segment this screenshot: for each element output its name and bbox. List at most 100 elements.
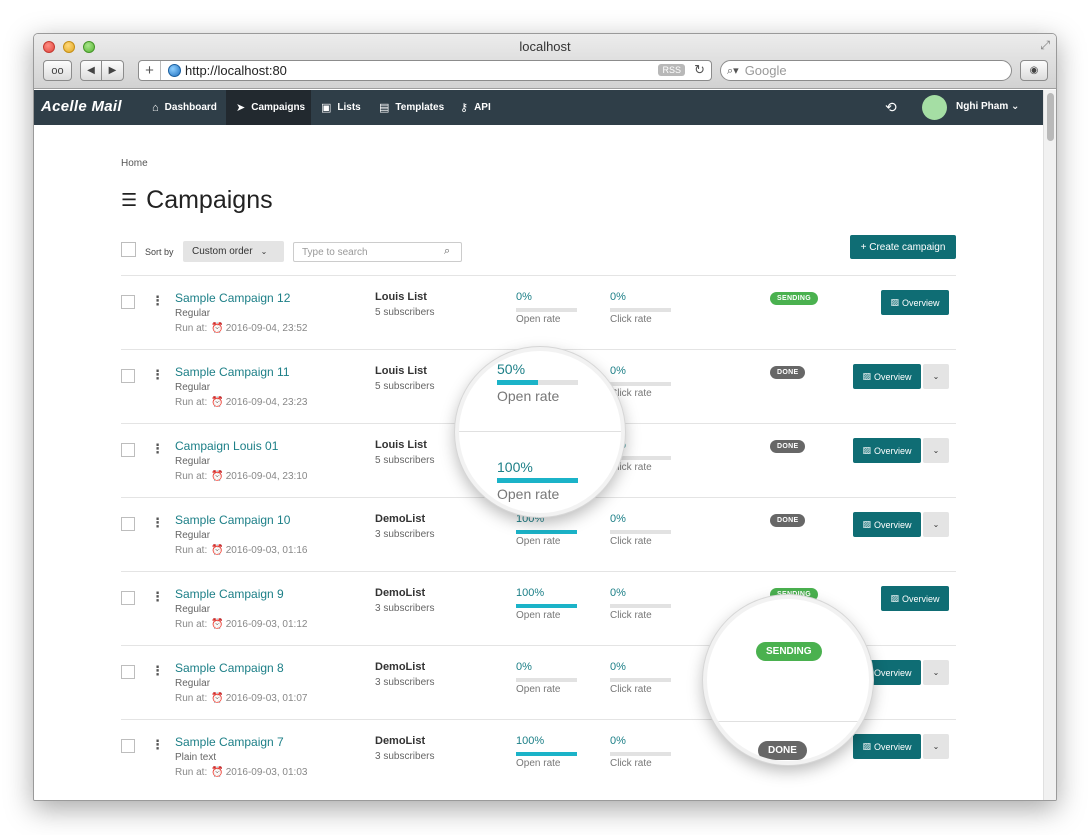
browser-search-bar[interactable]: ⌕▾ Google — [720, 60, 1012, 81]
brand-logo[interactable]: Acelle Mail — [41, 98, 122, 115]
open-rate-label: Open rate — [516, 684, 561, 695]
row-checkbox[interactable] — [121, 517, 135, 531]
list-icon: ☰ — [121, 190, 138, 210]
magnifier-status-sending: SENDING — [756, 642, 822, 661]
row-checkbox[interactable] — [121, 591, 135, 605]
campaign-run-at: Run at: ⏰ 2016-09-03, 01:12 — [175, 619, 307, 630]
glasses-icon: oo — [51, 64, 64, 77]
row-checkbox[interactable] — [121, 443, 135, 457]
nav-dashboard[interactable]: ⌂ Dashboard — [142, 90, 227, 125]
drag-handle-icon[interactable]: ⋮ — [151, 367, 164, 383]
overview-button[interactable]: ▨Overview — [853, 512, 921, 537]
campaign-run-at: Run at: ⏰ 2016-09-04, 23:23 — [175, 397, 307, 408]
create-campaign-button[interactable]: + Create campaign — [850, 235, 956, 259]
nav-api[interactable]: ⚷ API — [450, 90, 501, 125]
list-subscribers: 5 subscribers — [375, 381, 435, 392]
address-bar[interactable]: + http://localhost:80 RSS ↻ — [138, 60, 712, 81]
click-rate-bar — [610, 678, 671, 682]
open-rate-fill — [516, 530, 577, 534]
overview-button[interactable]: ▨Overview — [853, 438, 921, 463]
open-rate-fill — [516, 604, 577, 608]
status-badge: DONE — [770, 514, 806, 527]
campaign-type: Regular — [175, 308, 211, 319]
row-checkbox[interactable] — [121, 369, 135, 383]
click-rate-label: Click rate — [610, 758, 652, 769]
nav-templates[interactable]: ▤ Templates — [369, 90, 454, 125]
search-icon[interactable]: ⌕ — [444, 245, 450, 258]
row-checkbox[interactable] — [121, 665, 135, 679]
paper-plane-icon: ➤ — [236, 102, 246, 114]
campaign-name-link[interactable]: Sample Campaign 12 — [175, 291, 290, 305]
click-rate-label: Click rate — [610, 684, 652, 695]
nav-campaigns[interactable]: ➤ Campaigns — [226, 90, 311, 125]
magnifier-open-bar-1 — [497, 380, 578, 385]
run-at-label: Run at: — [175, 767, 208, 778]
scrollbar-thumb[interactable] — [1047, 93, 1054, 141]
plus-icon[interactable]: + — [139, 61, 161, 80]
history-icon[interactable]: ⟲ — [885, 99, 897, 116]
row-actions-dropdown[interactable]: ⌄ — [923, 364, 949, 389]
status-magnifier: SENDING DONE — [703, 595, 873, 765]
clock-icon: ⏰ — [211, 471, 224, 482]
magnifier-status-done: DONE — [758, 741, 807, 760]
click-rate-value: 0% — [610, 291, 626, 303]
overview-button[interactable]: ▨Overview — [853, 364, 921, 389]
campaign-type: Regular — [175, 678, 211, 689]
nav-lists[interactable]: ▣ Lists — [311, 90, 371, 125]
drag-handle-icon[interactable]: ⋮ — [151, 589, 164, 605]
click-rate-bar — [610, 382, 671, 386]
reader-button[interactable]: oo — [43, 60, 72, 81]
drag-handle-icon[interactable]: ⋮ — [151, 293, 164, 309]
open-rate-label: Open rate — [516, 314, 561, 325]
downloads-button[interactable]: ◉ — [1020, 60, 1048, 81]
list-name: Louis List — [375, 291, 427, 303]
row-checkbox[interactable] — [121, 295, 135, 309]
list-subscribers: 3 subscribers — [375, 529, 435, 540]
campaign-name-link[interactable]: Sample Campaign 8 — [175, 661, 284, 675]
magnifier-open-label-2: Open rate — [497, 486, 560, 502]
drag-handle-icon[interactable]: ⋮ — [151, 515, 164, 531]
row-actions-dropdown[interactable]: ⌄ — [923, 734, 949, 759]
breadcrumb[interactable]: Home — [121, 158, 148, 169]
clock-icon: ⏰ — [211, 693, 224, 704]
chart-icon: ▨ — [862, 741, 871, 751]
scrollbar[interactable] — [1043, 90, 1056, 800]
overview-label: Overview — [874, 519, 912, 530]
campaign-name-link[interactable]: Sample Campaign 7 — [175, 735, 284, 749]
user-menu[interactable]: Nghi Pham ⌄ — [956, 101, 1019, 112]
overview-label: Overview — [902, 593, 940, 604]
forward-button[interactable]: ▶ — [102, 60, 124, 81]
row-checkbox[interactable] — [121, 739, 135, 753]
open-rate-magnifier: 50% Open rate 100% Open rate — [455, 347, 625, 517]
clock-icon: ⏰ — [211, 397, 224, 408]
avatar[interactable] — [922, 95, 947, 120]
row-actions-dropdown[interactable]: ⌄ — [923, 660, 949, 685]
select-all-checkbox[interactable] — [121, 242, 136, 257]
campaign-name-link[interactable]: Sample Campaign 10 — [175, 513, 290, 527]
overview-button[interactable]: ▨Overview — [853, 734, 921, 759]
nav-api-label: API — [474, 102, 491, 113]
campaign-name-link[interactable]: Campaign Louis 01 — [175, 439, 278, 453]
sort-select[interactable]: Custom order ⌄ — [183, 241, 284, 262]
back-button[interactable]: ◀ — [80, 60, 102, 81]
fullscreen-icon[interactable]: ⤢ — [1040, 38, 1050, 53]
overview-button[interactable]: ▨Overview — [881, 586, 949, 611]
drag-handle-icon[interactable]: ⋮ — [151, 737, 164, 753]
open-rate-value: 0% — [516, 661, 532, 673]
row-actions-dropdown[interactable]: ⌄ — [923, 512, 949, 537]
address-book-icon: ▣ — [321, 102, 332, 114]
click-rate-value: 0% — [610, 365, 626, 377]
page-viewport: Acelle Mail ⌂ Dashboard ➤ Campaigns ▣ Li… — [34, 90, 1056, 800]
open-rate-bar — [516, 752, 577, 756]
campaign-name-link[interactable]: Sample Campaign 9 — [175, 587, 284, 601]
overview-button[interactable]: ▨Overview — [881, 290, 949, 315]
rss-button[interactable]: RSS — [658, 64, 685, 76]
click-rate-bar — [610, 308, 671, 312]
campaign-name-link[interactable]: Sample Campaign 11 — [175, 365, 290, 379]
reload-icon[interactable]: ↻ — [694, 62, 705, 78]
search-input[interactable] — [293, 242, 462, 262]
click-rate-label: Click rate — [610, 314, 652, 325]
drag-handle-icon[interactable]: ⋮ — [151, 663, 164, 679]
drag-handle-icon[interactable]: ⋮ — [151, 441, 164, 457]
row-actions-dropdown[interactable]: ⌄ — [923, 438, 949, 463]
